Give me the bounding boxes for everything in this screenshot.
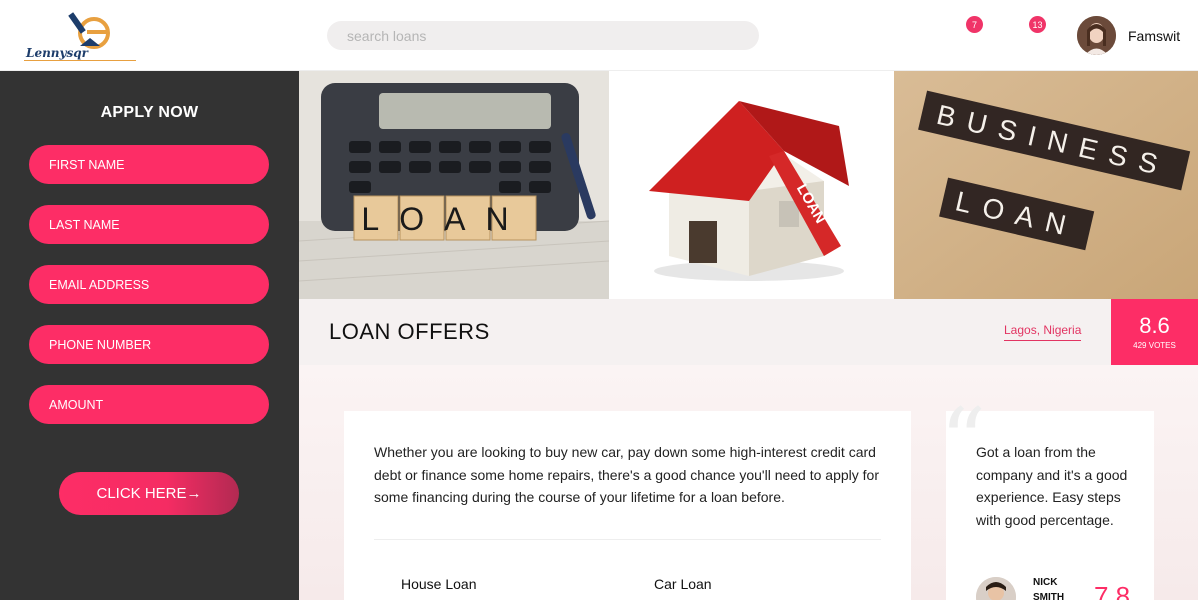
logo-text: Lennysqr: [26, 46, 88, 60]
avatar-image: [1077, 16, 1116, 55]
rating-value: 8.6: [1139, 313, 1170, 338]
info-text: Whether you are looking to buy new car, …: [374, 444, 879, 505]
apply-title: APPLY NOW: [100, 104, 199, 121]
loan-tiles-text: LOAN: [361, 201, 528, 237]
notification-badge-messages[interactable]: 7: [966, 16, 983, 33]
info-card: Whether you are looking to buy new car, …: [344, 411, 911, 600]
card-divider: [374, 539, 881, 540]
testimonial-score: 7.8: [1094, 581, 1131, 600]
loan-offers-title: LOAN OFFERS: [329, 319, 490, 344]
amount-field[interactable]: AMOUNT: [29, 385, 269, 424]
testimonial-name: NICK SMITH: [1033, 577, 1065, 600]
rating-box: 8.6 429 VOTES: [1111, 299, 1198, 365]
notification-badge-alerts[interactable]: 13: [1029, 16, 1046, 33]
first-name-field[interactable]: FIRST NAME: [29, 145, 269, 184]
apply-sidebar: APPLY NOW FIRST NAME LAST NAME EMAIL ADD…: [0, 71, 299, 600]
loan-offers-bar: LOAN OFFERS Lagos, Nigeria 8.6 429 VOTES: [299, 299, 1198, 365]
username[interactable]: Famswit: [1128, 28, 1180, 44]
house-loan-image: LOAN: [609, 71, 894, 299]
tab-house-loan[interactable]: House Loan: [401, 576, 477, 592]
business-loan-image: BUSINESS LOAN: [894, 71, 1198, 299]
testimonial-text: Got a loan from the company and it's a g…: [976, 444, 1128, 528]
click-here-button[interactable]: CLICK HERE→: [59, 472, 239, 515]
top-header: Lennysqr 7 13 Famswit: [0, 0, 1198, 71]
rating-votes: 429 VOTES: [1133, 341, 1176, 350]
email-field[interactable]: EMAIL ADDRESS: [29, 265, 269, 304]
search-input[interactable]: [327, 21, 759, 50]
testimonial-avatar: [976, 577, 1016, 600]
logo-underline: [24, 60, 136, 61]
calculator-loan-image: LOAN: [299, 71, 609, 299]
tab-car-loan[interactable]: Car Loan: [654, 576, 712, 592]
phone-field[interactable]: PHONE NUMBER: [29, 325, 269, 364]
logo[interactable]: Lennysqr: [24, 8, 136, 64]
testimonial-card: “ Got a loan from the company and it's a…: [940, 397, 1154, 600]
main-content: Whether you are looking to buy new car, …: [299, 365, 1198, 600]
location-link[interactable]: Lagos, Nigeria: [1004, 323, 1082, 341]
last-name-field[interactable]: LAST NAME: [29, 205, 269, 244]
user-avatar[interactable]: [1077, 16, 1116, 55]
